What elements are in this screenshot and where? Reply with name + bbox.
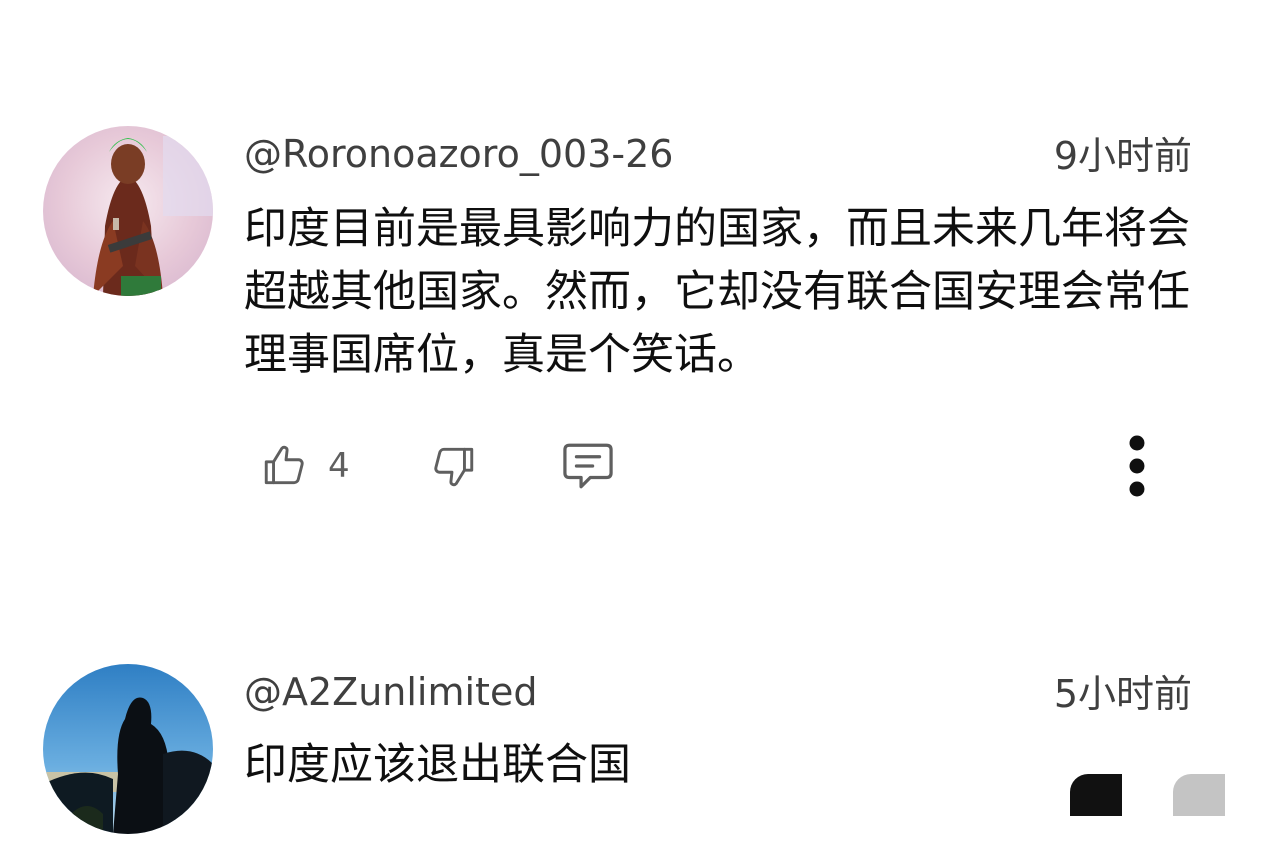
dislike-button[interactable] [428,431,478,501]
comment-text: 印度目前是最具影响力的国家，而且未来几年将会超越其他国家。然而，它却没有联合国安… [244,204,1190,380]
reply-button[interactable] [558,431,618,501]
thumbs-up-icon [260,441,310,491]
dark-block [1070,774,1122,816]
comment-timestamp: 5小时前 [1053,672,1192,716]
comment-actions: 4 [260,431,1200,501]
comment-author-handle[interactable]: @Roronoazoro_003-26 [244,130,673,178]
light-block [1173,774,1225,816]
comment-text: 印度应该退出联合国 [244,740,631,790]
comment-timestamp: 9小时前 [1053,134,1192,178]
partial-overlay-blocks [1070,774,1230,816]
avatar[interactable] [43,664,213,834]
like-count: 4 [328,446,350,486]
avatar-image [43,126,213,296]
thumbs-down-icon [428,441,478,491]
comment-item: @A2Zunlimited 5小时前 印度应该退出联合国 [0,664,1280,844]
more-options-button[interactable] [1112,431,1162,501]
more-vertical-icon [1127,434,1147,498]
avatar-image [43,664,213,834]
avatar[interactable] [43,126,213,296]
reply-comment-icon [558,438,618,494]
comment-item: @Roronoazoro_003-26 9小时前 印度目前是最具影响力的国家，而… [0,126,1280,526]
like-button[interactable]: 4 [260,431,350,501]
comment-author-handle[interactable]: @A2Zunlimited [244,668,537,716]
